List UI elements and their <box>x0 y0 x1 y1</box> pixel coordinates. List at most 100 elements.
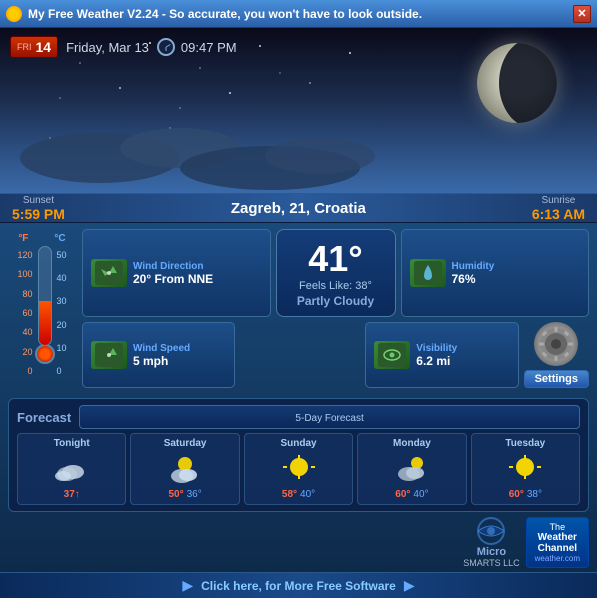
close-button[interactable]: ✕ <box>573 5 591 23</box>
wind-speed-value: 5 mph <box>133 354 190 368</box>
weather-row: °F °C 120100806040200 504030 <box>0 223 597 394</box>
humidity-value: 76% <box>452 272 495 286</box>
clock-icon <box>157 38 175 56</box>
thermo-tube <box>35 246 55 376</box>
day-4-lo: 38° <box>527 489 542 500</box>
sunrise-info: Sunrise 6:13 AM <box>532 195 585 222</box>
day-1-lo: 36° <box>187 489 202 500</box>
wind-speed-icon <box>91 341 127 369</box>
sunset-time: 5:59 PM <box>12 206 65 222</box>
day-3-name: Monday <box>393 438 431 449</box>
date-bar: FRI 14 Friday, Mar 13 09:47 PM <box>0 36 597 58</box>
day-2-icon <box>281 451 317 487</box>
day-3-temps: 60° 40° <box>395 489 428 500</box>
forecast-day-tonight: Tonight 37↑ <box>17 433 126 505</box>
forecast-days: Tonight 37↑ Saturday <box>17 433 580 505</box>
humidity-label: Humidity <box>452 261 495 272</box>
c-scale: 50403020100 <box>57 246 67 376</box>
forecast-subtitle: 5-Day Forecast <box>295 413 363 424</box>
day-3-hi: 60° <box>395 489 410 500</box>
forecast-day-sunday: Sunday 58° 40° <box>244 433 353 505</box>
left-arrow: ▶ <box>182 577 193 594</box>
wind-direction-icon <box>91 259 127 287</box>
visibility-value: 6.2 mi <box>416 354 457 368</box>
center-temp: 41° Feels Like: 38° Partly Cloudy <box>276 229 396 317</box>
celsius-label: °C <box>54 233 65 244</box>
micro-logo-line2: SMARTS LLC <box>463 558 519 568</box>
click-bar[interactable]: ▶ Click here, for More Free Software ▶ <box>0 572 597 598</box>
wind-speed-text: Wind Speed 5 mph <box>133 343 190 368</box>
wind-direction-value: 20° From NNE <box>133 272 213 286</box>
settings-label: Settings <box>524 370 589 388</box>
right-panel: Wind Direction 20° From NNE 41° Feels Li… <box>82 229 589 388</box>
forecast-day-saturday: Saturday 50° 36° <box>130 433 239 505</box>
day-2-name: Sunday <box>280 438 316 449</box>
humidity-card: Humidity 76% <box>401 229 590 317</box>
micro-logo-line1: Micro <box>477 546 506 558</box>
day-4-temps: 60° 38° <box>509 489 542 500</box>
sunset-info: Sunset 5:59 PM <box>12 195 65 222</box>
day-0-icon <box>54 451 90 487</box>
wind-direction-text: Wind Direction 20° From NNE <box>133 261 213 286</box>
date-badge: FRI 14 <box>10 36 58 58</box>
full-date: Friday, Mar 13 <box>66 40 149 55</box>
wind-direction-card: Wind Direction 20° From NNE <box>82 229 271 317</box>
day-2-temps: 58° 40° <box>282 489 315 500</box>
day-0-lo: 37↑ <box>64 489 80 500</box>
sky-panel: FRI 14 Friday, Mar 13 09:47 PM <box>0 28 597 193</box>
visibility-icon <box>374 341 410 369</box>
f-scale: 120100806040200 <box>17 246 32 376</box>
gear-icon <box>534 322 578 366</box>
humidity-text: Humidity 76% <box>452 261 495 286</box>
day-2-lo: 40° <box>300 489 315 500</box>
day-0-name: Tonight <box>54 438 90 449</box>
sunset-label: Sunset <box>23 195 54 206</box>
thermo-labels: °F °C <box>18 233 65 244</box>
wind-speed-label: Wind Speed <box>133 343 190 354</box>
wind-direction-label: Wind Direction <box>133 261 213 272</box>
current-time: 09:47 PM <box>181 40 237 55</box>
wc-url: weather.com <box>535 554 580 563</box>
thermometer-panel: °F °C 120100806040200 504030 <box>8 229 76 388</box>
wc-the: The <box>550 522 566 532</box>
tube-fill <box>39 301 51 345</box>
temperature: 41° <box>308 238 362 280</box>
day-4-hi: 60° <box>509 489 524 500</box>
sunrise-label: Sunrise <box>541 195 575 206</box>
visibility-card: Visibility 6.2 mi <box>365 322 518 388</box>
day-1-hi: 50° <box>168 489 183 500</box>
visibility-label: Visibility <box>416 343 457 354</box>
sun-bar: Sunset 5:59 PM Zagreb, 21, Croatia Sunri… <box>0 193 597 223</box>
click-text[interactable]: Click here, for More Free Software <box>201 579 396 593</box>
day-0-temps: 37↑ <box>64 489 80 500</box>
day-3-icon <box>394 451 430 487</box>
wind-speed-card: Wind Speed 5 mph <box>82 322 235 388</box>
day-1-temps: 50° 36° <box>168 489 201 500</box>
wc-weather: Weather <box>538 532 577 543</box>
top-info-row: Wind Direction 20° From NNE 41° Feels Li… <box>82 229 589 317</box>
forecast-title: Forecast <box>17 410 71 425</box>
forecast-day-monday: Monday 60° 40° <box>357 433 466 505</box>
humidity-icon <box>410 259 446 287</box>
bottom-logos-row: Micro SMARTS LLC The Weather Channel wea… <box>0 516 597 572</box>
day-2-hi: 58° <box>282 489 297 500</box>
sunrise-time: 6:13 AM <box>532 206 585 222</box>
forecast-section: Forecast 5-Day Forecast Tonight 37↑ <box>8 398 589 512</box>
app-icon <box>6 6 22 22</box>
day-4-name: Tuesday <box>505 438 545 449</box>
day-num: 14 <box>36 39 52 55</box>
settings-button[interactable]: Settings <box>524 322 589 388</box>
tube-bulb <box>35 344 55 364</box>
weather-channel-logo: The Weather Channel weather.com <box>526 517 589 568</box>
visibility-text: Visibility 6.2 mi <box>416 343 457 368</box>
time-area: 09:47 PM <box>157 38 237 56</box>
app-title: My Free Weather V2.24 - So accurate, you… <box>28 7 422 21</box>
city-name: Zagreb, 21, Croatia <box>231 200 366 217</box>
feels-like: Feels Like: 38° <box>299 280 372 292</box>
tube-outer <box>38 246 52 346</box>
day-3-lo: 40° <box>413 489 428 500</box>
forecast-day-tuesday: Tuesday 60° 38° <box>471 433 580 505</box>
day-1-name: Saturday <box>164 438 207 449</box>
spacer <box>240 322 360 388</box>
title-bar-left: My Free Weather V2.24 - So accurate, you… <box>6 6 422 22</box>
